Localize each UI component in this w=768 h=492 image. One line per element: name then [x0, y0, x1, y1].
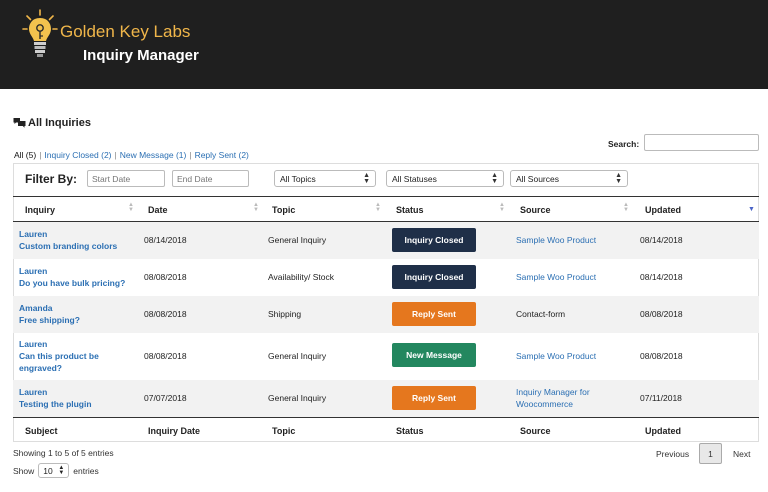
- footer-column-topic: Topic: [272, 426, 296, 436]
- inquiry-name-link[interactable]: Lauren: [19, 386, 47, 398]
- page-length-select[interactable]: 10 ▲ ▼: [38, 463, 70, 478]
- page-title: All Inquiries: [13, 117, 91, 129]
- status-badge: New Message: [392, 343, 476, 367]
- inquiry-date: 08/08/2018: [144, 272, 187, 282]
- status-badge: Reply Sent: [392, 302, 476, 326]
- updated-date: 08/08/2018: [640, 351, 683, 361]
- lightbulb-key-icon: [22, 9, 58, 57]
- page-length-control: Show 10 ▲ ▼ entries: [13, 463, 99, 478]
- source-link[interactable]: Sample Woo Product: [516, 271, 596, 283]
- table-row: Lauren Do you have bulk pricing? 08/08/2…: [13, 259, 759, 296]
- footer-column-subject: Subject: [25, 426, 58, 436]
- filter-bar: Filter By: All Topics ▲▼ All Statuses ▲▼…: [13, 163, 759, 196]
- inquiry-name-link[interactable]: Lauren: [19, 228, 47, 240]
- table-row: Lauren Custom branding colors 08/14/2018…: [13, 222, 759, 259]
- topics-select[interactable]: All Topics ▲ ▼: [274, 170, 376, 187]
- inquiry-date: 08/08/2018: [144, 309, 187, 319]
- app-title: Inquiry Manager: [83, 47, 199, 64]
- inquiry-subject-link[interactable]: Custom branding colors: [19, 240, 135, 252]
- footer-column-updated: Updated: [645, 426, 681, 436]
- inquiry-topic: General Inquiry: [268, 235, 327, 245]
- inquiry-date: 08/14/2018: [144, 235, 187, 245]
- inquiry-subject-link[interactable]: Testing the plugin: [19, 398, 135, 410]
- source-text: Contact-form: [516, 309, 566, 319]
- updated-date: 08/14/2018: [640, 235, 683, 245]
- inquiry-name-link[interactable]: Lauren: [19, 338, 47, 350]
- inquiry-subject-link[interactable]: Do you have bulk pricing?: [19, 277, 135, 289]
- status-badge: Inquiry Closed: [392, 228, 476, 252]
- column-header-topic[interactable]: Topic: [272, 205, 295, 215]
- page-title-text: All Inquiries: [28, 117, 91, 129]
- sort-icon: ▲ ▼: [253, 202, 259, 213]
- updated-date: 08/14/2018: [640, 272, 683, 282]
- updated-date: 07/11/2018: [640, 393, 682, 403]
- filter-link-reply-sent[interactable]: Reply Sent (2): [195, 150, 249, 160]
- sort-icon: ▲ ▼: [375, 202, 381, 213]
- filter-link-new-message[interactable]: New Message (1): [120, 150, 187, 160]
- column-header-inquiry[interactable]: Inquiry: [25, 205, 55, 215]
- inquiry-date: 08/08/2018: [144, 351, 187, 361]
- status-badge: Reply Sent: [392, 386, 476, 410]
- sort-icon: ▲ ▼: [623, 202, 629, 213]
- sort-descending-icon: ▼: [748, 206, 755, 213]
- pagination-next[interactable]: Next: [733, 449, 750, 459]
- select-arrows-icon: ▲ ▼: [491, 172, 498, 185]
- filter-link-inquiry-closed[interactable]: Inquiry Closed (2): [44, 150, 111, 160]
- statuses-select[interactable]: All Statuses ▲ ▼: [386, 170, 504, 187]
- select-arrows-icon: ▲ ▼: [615, 172, 622, 185]
- pagination-previous[interactable]: Previous: [656, 449, 689, 459]
- search-input[interactable]: [644, 134, 759, 151]
- table-row: Lauren Testing the plugin 07/07/2018 Gen…: [13, 380, 759, 417]
- inquiry-topic: Availability/ Stock: [268, 272, 334, 282]
- inquiry-date: 07/07/2018: [144, 393, 187, 403]
- source-link[interactable]: Sample Woo Product: [516, 234, 596, 246]
- inquiry-name-link[interactable]: Lauren: [19, 265, 47, 277]
- chat-bubbles-icon: [13, 118, 26, 128]
- footer-column-inquiry-date: Inquiry Date: [148, 426, 201, 436]
- footer-column-source: Source: [520, 426, 551, 436]
- updated-date: 08/08/2018: [640, 309, 683, 319]
- pagination-page-1[interactable]: 1: [699, 443, 722, 464]
- search-label: Search:: [608, 139, 640, 149]
- show-label: Show: [13, 465, 35, 476]
- column-header-source[interactable]: Source: [520, 205, 551, 215]
- status-filter-links: All (5) | Inquiry Closed (2) | New Message (…: [14, 150, 249, 160]
- inquiry-name-link[interactable]: Amanda: [19, 302, 53, 314]
- end-date-input[interactable]: [172, 170, 249, 187]
- app-header: Golden Key Labs Inquiry Manager: [0, 0, 768, 89]
- sources-select[interactable]: All Sources ▲ ▼: [510, 170, 628, 187]
- table-header: Inquiry ▲ ▼ Date ▲ ▼ Topic ▲ ▼ Status ▲ ▼ So…: [13, 196, 759, 222]
- source-link[interactable]: Inquiry Manager for Woocommerce: [516, 386, 616, 410]
- inquiry-topic: General Inquiry: [268, 351, 327, 361]
- column-header-status[interactable]: Status: [396, 205, 424, 215]
- column-header-updated[interactable]: Updated: [645, 205, 681, 215]
- table-row: Lauren Can this product be engraved? 08/…: [13, 333, 759, 380]
- filter-link-all[interactable]: All (5): [14, 150, 36, 160]
- filter-by-label: Filter By:: [25, 172, 78, 186]
- brand-name: Golden Key Labs: [60, 22, 191, 41]
- select-arrows-icon: ▲ ▼: [58, 465, 65, 476]
- select-arrows-icon: ▲ ▼: [363, 172, 370, 185]
- table-row: Amanda Free shipping? 08/08/2018 Shippin…: [13, 296, 759, 333]
- column-header-date[interactable]: Date: [148, 205, 168, 215]
- inquiry-subject-link[interactable]: Free shipping?: [19, 314, 135, 326]
- sort-icon: ▲ ▼: [128, 202, 134, 213]
- footer-column-status: Status: [396, 426, 424, 436]
- inquiry-subject-link[interactable]: Can this product be engraved?: [19, 350, 119, 374]
- inquiry-topic: Shipping: [268, 309, 302, 319]
- status-badge: Inquiry Closed: [392, 265, 476, 289]
- entries-label: entries: [73, 465, 99, 476]
- inquiry-topic: General Inquiry: [268, 393, 327, 403]
- table-footer: Subject Inquiry Date Topic Status Source…: [13, 417, 759, 442]
- table-info: Showing 1 to 5 of 5 entries: [13, 448, 114, 458]
- sort-icon: ▲ ▼: [499, 202, 505, 213]
- source-link[interactable]: Sample Woo Product: [516, 350, 596, 362]
- start-date-input[interactable]: [87, 170, 165, 187]
